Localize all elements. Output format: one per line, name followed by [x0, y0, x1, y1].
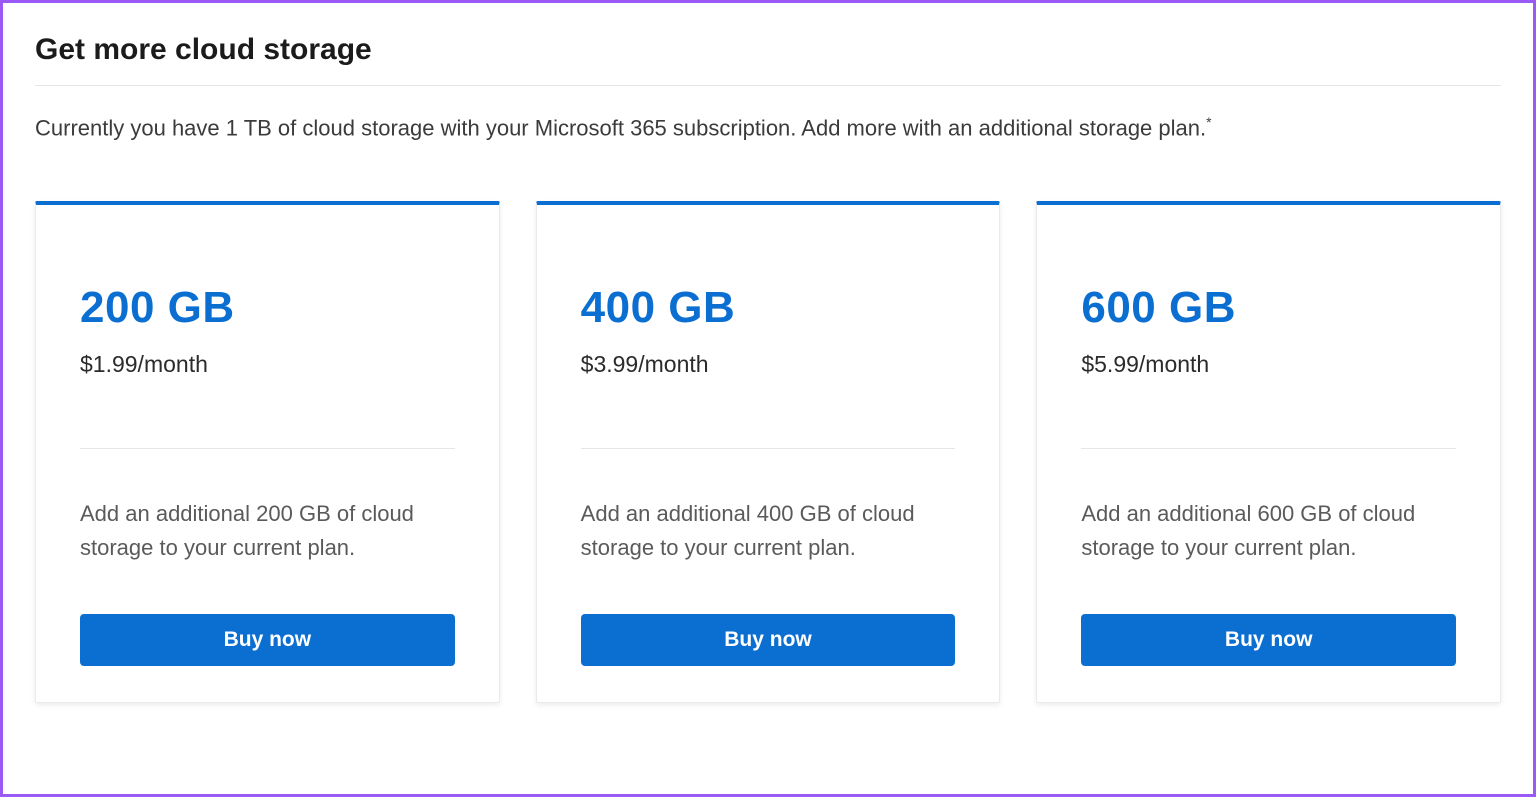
buy-now-button[interactable]: Buy now — [581, 614, 956, 666]
subtitle-text: Currently you have 1 TB of cloud storage… — [35, 115, 1206, 140]
plan-price: $1.99/month — [80, 351, 455, 378]
footnote-marker: * — [1206, 114, 1211, 130]
buy-now-button[interactable]: Buy now — [1081, 614, 1456, 666]
plan-card-600gb: 600 GB $5.99/month Add an additional 600… — [1036, 201, 1501, 702]
plan-size: 400 GB — [581, 283, 956, 333]
plan-divider — [80, 448, 455, 449]
plan-description: Add an additional 200 GB of cloud storag… — [80, 497, 455, 565]
plan-description: Add an additional 600 GB of cloud storag… — [1081, 497, 1456, 565]
plan-description: Add an additional 400 GB of cloud storag… — [581, 497, 956, 565]
page-subtitle: Currently you have 1 TB of cloud storage… — [35, 114, 1501, 141]
plan-card-200gb: 200 GB $1.99/month Add an additional 200… — [35, 201, 500, 702]
buy-now-button[interactable]: Buy now — [80, 614, 455, 666]
plan-price: $5.99/month — [1081, 351, 1456, 378]
plan-card-400gb: 400 GB $3.99/month Add an additional 400… — [536, 201, 1001, 702]
plan-size: 200 GB — [80, 283, 455, 333]
plan-divider — [1081, 448, 1456, 449]
plan-size: 600 GB — [1081, 283, 1456, 333]
plans-row: 200 GB $1.99/month Add an additional 200… — [35, 201, 1501, 702]
plan-divider — [581, 448, 956, 449]
page-title: Get more cloud storage — [35, 33, 1501, 86]
plan-price: $3.99/month — [581, 351, 956, 378]
